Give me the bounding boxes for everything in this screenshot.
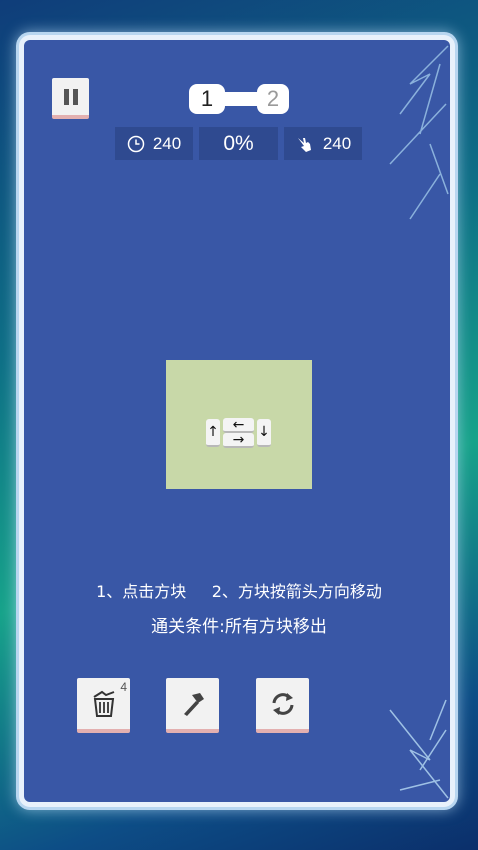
- pause-button[interactable]: [52, 78, 89, 119]
- arrow-tile-up[interactable]: ↑: [206, 419, 220, 447]
- shuffle-tool-button[interactable]: [256, 678, 309, 733]
- remove-tool-count: 4: [120, 680, 127, 694]
- hand-pointer-icon: [297, 137, 311, 152]
- game-board: ↑ ← → ↓: [166, 360, 312, 489]
- next-level: 2: [257, 84, 289, 114]
- instructions-line-1: 1、点击方块 2、方块按箭头方向移动: [96, 582, 382, 601]
- time-value: 240: [152, 133, 182, 153]
- refresh-icon: [272, 692, 293, 715]
- arrow-tile-right[interactable]: →: [223, 432, 254, 448]
- progress-counter: 0%: [199, 127, 278, 160]
- arrow-tile-down[interactable]: ↓: [257, 419, 271, 447]
- hammer-tool-button[interactable]: [166, 678, 219, 733]
- level-progress-bar: [219, 92, 261, 106]
- hammer-icon: [183, 692, 204, 716]
- current-level: 1: [189, 84, 225, 114]
- pause-icon-bar: [72, 88, 78, 105]
- progress-value: 0%: [223, 131, 254, 155]
- time-counter: 240: [115, 127, 193, 160]
- instructions-line-2: 通关条件:所有方块移出: [151, 617, 327, 637]
- trash-bin-icon: [92, 690, 114, 717]
- level-indicator: 1 2: [189, 84, 289, 116]
- pause-icon: [63, 88, 69, 105]
- moves-value: 240: [322, 133, 352, 153]
- moves-counter: 240: [284, 127, 362, 160]
- clock-icon: [127, 135, 145, 152]
- remove-tool-button[interactable]: 4: [77, 678, 130, 733]
